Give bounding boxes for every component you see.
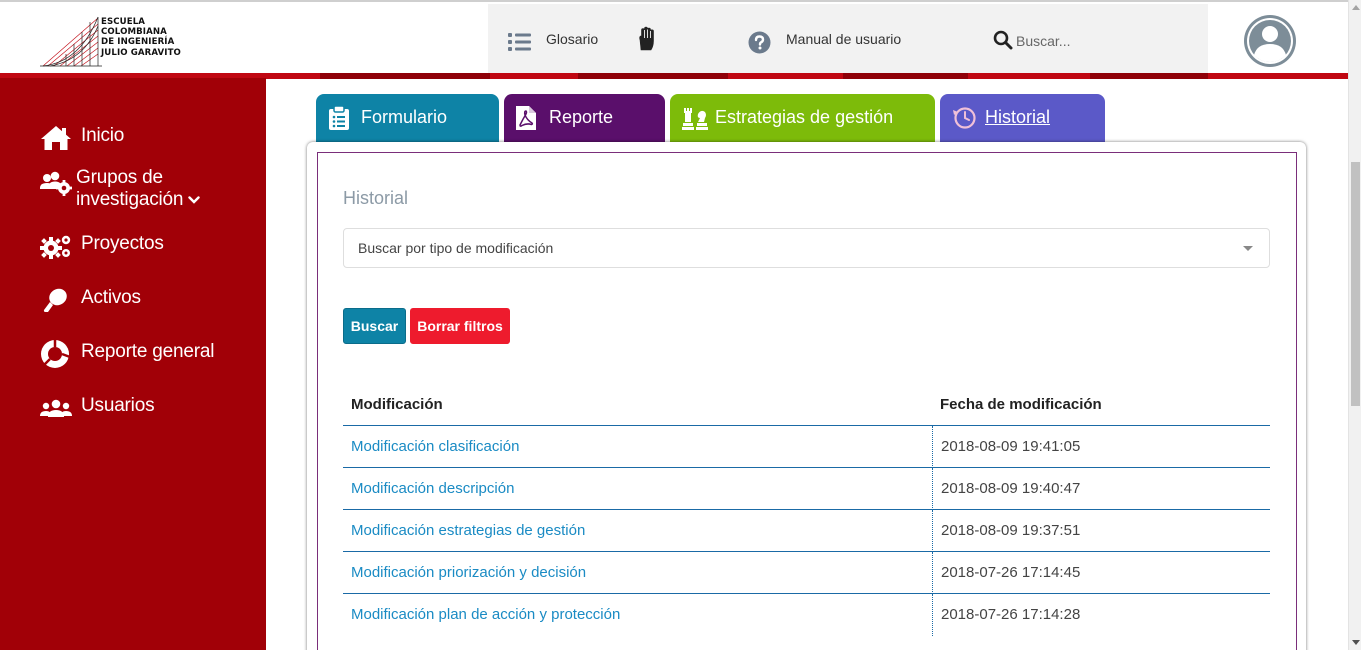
- search-icon[interactable]: [993, 30, 1013, 50]
- sidebar: Inicio Grupos de investigación Proyectos…: [0, 78, 266, 650]
- tab-label: Historial: [985, 107, 1051, 127]
- search-input[interactable]: [1016, 30, 1196, 52]
- hand-cursor-icon: [639, 26, 654, 51]
- tab-historial[interactable]: Historial: [940, 94, 1105, 142]
- logo-text: Escuela Colombiana de Ingeniería Julio Gara…: [101, 17, 181, 58]
- modification-type-select[interactable]: Buscar por tipo de modificación: [343, 228, 1270, 268]
- table-row: Modificación descripción 2018-08-09 19:4…: [343, 467, 1270, 510]
- logo-line-2: Colombiana: [101, 27, 167, 38]
- historial-panel-inner: Historial Buscar por tipo de modificació…: [317, 152, 1297, 650]
- glosario-label: Glosario: [546, 31, 599, 47]
- sidebar-item-reporte-general[interactable]: Reporte general: [40, 339, 215, 369]
- search-box: [968, 4, 1208, 73]
- column-divider: [932, 594, 933, 636]
- sidebar-item-inicio[interactable]: Inicio: [40, 125, 124, 151]
- scroll-down-arrow-icon[interactable]: [1352, 640, 1360, 645]
- tab-formulario[interactable]: Formulario: [316, 94, 499, 142]
- home-icon: [41, 126, 71, 150]
- manual-de-usuario-label: Manual de usuario: [786, 31, 902, 47]
- table-row: Modificación plan de acción y protección…: [343, 593, 1270, 636]
- tab-label: Estrategias de gestión: [715, 107, 894, 127]
- tab-label: Reporte: [549, 107, 614, 127]
- list-icon: [508, 33, 531, 51]
- sidebar-item-activos[interactable]: Activos: [40, 287, 141, 313]
- sidebar-item-label: Grupos de investigación: [76, 167, 200, 211]
- tab-reporte[interactable]: Reporte: [504, 94, 665, 142]
- column-divider: [932, 552, 933, 594]
- sidebar-item-label: Proyectos: [81, 233, 164, 254]
- modification-link[interactable]: Modificación clasificación: [351, 438, 519, 455]
- modification-date: 2018-08-09 19:41:05: [941, 438, 1081, 455]
- chess-icon: [682, 108, 708, 130]
- gears-icon: [40, 235, 71, 259]
- manual-de-usuario-button[interactable]: Manual de usuario: [728, 4, 968, 73]
- modification-date: 2018-08-09 19:37:51: [941, 522, 1081, 539]
- table-row: Modificación estrategias de gestión 2018…: [343, 509, 1270, 552]
- select-placeholder: Buscar por tipo de modificación: [358, 240, 554, 256]
- tab-estrategias-de-gestion[interactable]: Estrategias de gestión: [670, 94, 935, 142]
- logo-line-4: Julio Garavito: [101, 47, 181, 58]
- university-logo[interactable]: Escuela Colombiana de Ingeniería Julio Gara…: [40, 14, 200, 70]
- modification-date: 2018-08-09 19:40:47: [941, 480, 1081, 497]
- sidebar-item-label: Inicio: [81, 125, 125, 146]
- user-avatar-icon[interactable]: [1243, 14, 1297, 68]
- modification-date: 2018-07-26 17:14:45: [941, 564, 1081, 581]
- sidebar-item-label: Reporte general: [81, 341, 215, 362]
- buscar-button[interactable]: Buscar: [343, 308, 406, 344]
- asset-icon: [43, 288, 67, 312]
- historial-panel: Historial Buscar por tipo de modificació…: [307, 142, 1306, 650]
- column-divider: [932, 468, 933, 510]
- scroll-up-arrow-icon[interactable]: [1352, 5, 1360, 10]
- glosario-button[interactable]: Glosario: [488, 4, 728, 73]
- column-divider: [932, 426, 933, 468]
- table-row: Modificación clasificación 2018-08-09 19…: [343, 425, 1270, 468]
- modification-link[interactable]: Modificación descripción: [351, 480, 514, 497]
- tab-label: Formulario: [361, 107, 448, 127]
- borrar-filtros-button[interactable]: Borrar filtros: [410, 308, 510, 344]
- logo-line-3: de Ingeniería: [101, 37, 175, 48]
- sidebar-item-proyectos[interactable]: Proyectos: [40, 233, 164, 259]
- page-title: Historial: [343, 188, 409, 208]
- history-icon: [953, 107, 976, 129]
- chevron-down-icon[interactable]: [188, 195, 200, 205]
- logo-graphic: [40, 14, 102, 70]
- sidebar-item-label: Usuarios: [81, 395, 155, 416]
- column-header-fecha: Fecha de modificación: [940, 396, 1102, 413]
- users-gear-icon: [40, 171, 72, 196]
- modification-link[interactable]: Modificación priorización y decisión: [351, 564, 586, 581]
- sidebar-item-label-line2: investigación: [76, 189, 200, 211]
- table-row: Modificación priorización y decisión 201…: [343, 551, 1270, 594]
- logo-line-1: Escuela: [101, 17, 146, 27]
- sidebar-item-label-line1: Grupos de: [76, 167, 163, 188]
- page-scrollbar[interactable]: [1348, 0, 1361, 650]
- users-icon: [40, 399, 72, 417]
- scrollbar-thumb[interactable]: [1351, 162, 1360, 406]
- clipboard-icon: [329, 106, 349, 130]
- select-caret-icon: [1243, 246, 1253, 251]
- column-divider: [932, 510, 933, 552]
- question-circle-icon: [748, 31, 771, 54]
- sidebar-item-usuarios[interactable]: Usuarios: [40, 395, 155, 421]
- sidebar-item-label: Activos: [81, 287, 141, 308]
- pie-chart-icon: [41, 339, 71, 368]
- modification-link[interactable]: Modificación plan de acción y protección: [351, 606, 620, 623]
- column-header-modificacion: Modificación: [351, 396, 443, 413]
- sidebar-item-label-line2-text: investigación: [76, 189, 184, 210]
- pdf-icon: [516, 106, 536, 130]
- sidebar-item-grupos-de-investigacion[interactable]: Grupos de investigación: [40, 167, 200, 211]
- modification-link[interactable]: Modificación estrategias de gestión: [351, 522, 585, 539]
- modification-date: 2018-07-26 17:14:28: [941, 606, 1081, 623]
- top-header: Escuela Colombiana de Ingeniería Julio Gara…: [0, 0, 1348, 79]
